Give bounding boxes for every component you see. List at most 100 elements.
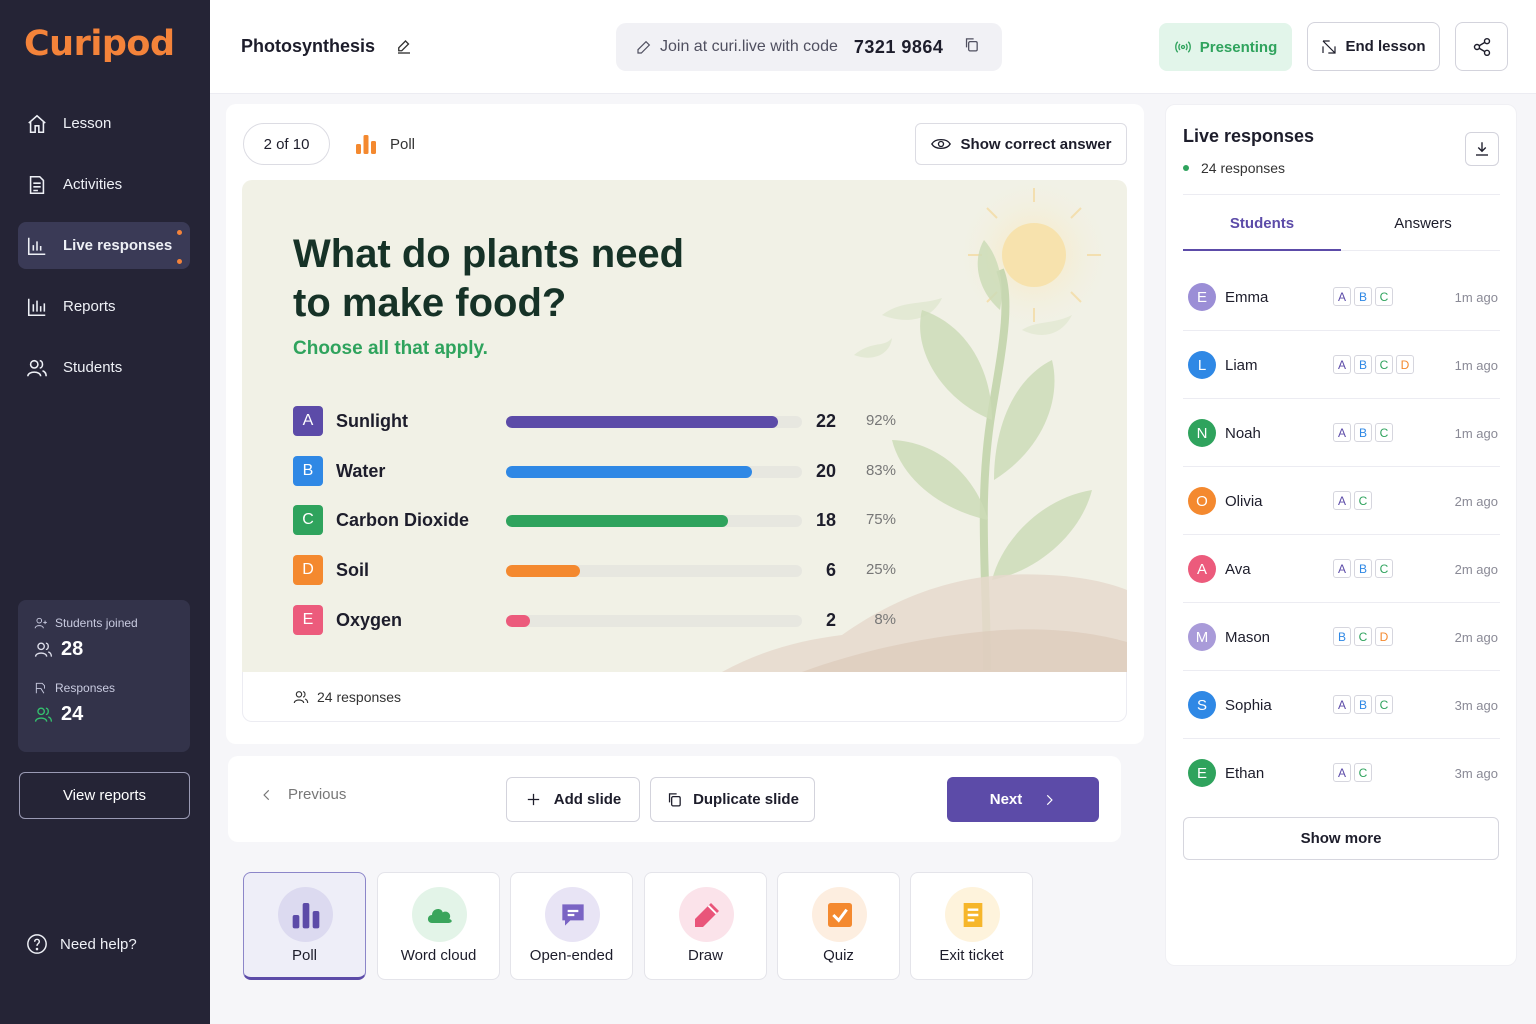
avatar: A [1188,555,1216,583]
slide-response-count: 24 responses [242,672,1127,722]
notification-dot [177,230,182,235]
option-bar-fill [506,515,728,527]
answer-chip: A [1333,287,1351,306]
response-time: 1m ago [1454,358,1498,373]
need-help-link[interactable]: Need help? [26,933,137,955]
sidebar-item-activities[interactable]: Activities [18,161,190,208]
student-name: Liam [1225,357,1258,374]
responses-icon [35,682,45,694]
join-code-pill: Join at curi.live with code 7321 9864 [616,23,1002,71]
slide-card: 2 of 10 Poll Show correct answer What do… [226,104,1144,744]
student-row[interactable]: M Mason BCD 2m ago [1183,603,1500,671]
user-plus-icon [34,617,47,629]
activity-label: Quiz [823,947,854,964]
answer-chips: AC [1333,491,1372,510]
response-time: 3m ago [1454,698,1498,713]
plus-icon [527,793,539,806]
option-text: Sunlight [336,411,408,431]
cloud-icon [412,887,467,942]
option-letter: E [293,605,323,635]
sidebar-item-live-responses[interactable]: Live responses [18,222,190,269]
response-time: 2m ago [1454,494,1498,509]
option-letter: A [293,406,323,436]
sidebar-item-reports[interactable]: Reports [18,283,190,330]
end-lesson-button[interactable]: End lesson [1307,22,1440,71]
edit-icon[interactable] [395,38,413,56]
previous-button[interactable]: Previous [260,786,346,803]
add-slide-button[interactable]: Add slide [506,777,640,822]
sidebar-nav: Lesson Activities Live responses Reports… [18,100,190,405]
student-row[interactable]: L Liam ABCD 1m ago [1183,331,1500,399]
option-bar [506,565,802,577]
responses-value: 24 [34,703,174,726]
activity-word-cloud[interactable]: Word cloud [377,872,500,980]
answer-chip: B [1354,423,1372,442]
view-reports-button[interactable]: View reports [19,772,190,819]
option-percent: 75% [865,511,896,528]
answer-chip: B [1354,559,1372,578]
answer-chips: BCD [1333,627,1393,646]
share-button[interactable] [1455,22,1508,71]
student-row[interactable]: N Noah ABC 1m ago [1183,399,1500,467]
slide-controls: Previous Add slide Duplicate slide Next [228,756,1121,842]
student-row[interactable]: S Sophia ABC 3m ago [1183,671,1500,739]
poll-option-d: D Soil 6 25% [293,554,913,586]
activity-open-ended[interactable]: Open-ended [510,872,633,980]
option-count: 2 [825,610,836,630]
option-count: 18 [815,510,836,530]
copy-icon[interactable] [951,36,980,58]
students-icon [26,357,48,379]
answer-chips: ABCD [1333,355,1414,374]
curipod-logo[interactable]: Curipod [24,24,175,64]
slide-type: Poll [354,132,415,156]
answer-chips: ABC [1333,559,1393,578]
presenting-button[interactable]: Presenting [1159,23,1292,71]
sidebar-item-students[interactable]: Students [18,344,190,391]
tab-answers[interactable]: Answers [1344,215,1502,232]
tab-students[interactable]: Students [1183,215,1341,232]
show-correct-answer-button[interactable]: Show correct answer [915,123,1127,165]
activity-draw[interactable]: Draw [644,872,767,980]
sidebar-item-label: Lesson [63,115,112,132]
duplicate-slide-button[interactable]: Duplicate slide [650,777,815,822]
download-button[interactable] [1465,132,1499,166]
responses-label: Responses [34,681,174,695]
answer-chips: ABC [1333,423,1393,442]
answer-chip: C [1354,627,1372,646]
poll-question: What do plants need to make food? [293,232,685,325]
student-row[interactable]: A Ava ABC 2m ago [1183,535,1500,603]
option-letter: C [293,505,323,535]
student-name: Ethan [1225,765,1265,782]
option-bar [506,515,802,527]
end-lesson-icon [1322,39,1337,54]
message-icon [545,887,600,942]
answer-chips: ABC [1333,287,1393,306]
answer-chip: A [1333,763,1351,782]
sidebar: Curipod Lesson Activities Live responses… [0,0,210,1024]
answer-chip: D [1396,355,1414,374]
answer-chip: A [1333,491,1351,510]
help-icon [27,934,47,954]
option-count: 6 [825,560,836,580]
student-name: Olivia [1225,493,1263,510]
show-more-button[interactable]: Show more [1183,817,1499,860]
top-bar: Photosynthesis Join at curi.live with co… [210,0,1536,94]
panel-response-count: 24 responses [1183,160,1285,176]
sidebar-item-lesson[interactable]: Lesson [18,100,190,147]
option-percent: 83% [865,462,896,479]
student-row[interactable]: E Ethan AC 3m ago [1183,739,1500,807]
activity-poll[interactable]: Poll [243,872,366,980]
activity-quiz[interactable]: Quiz [777,872,900,980]
stats-panel: Students joined 28 Responses 24 [18,600,190,752]
activity-label: Word cloud [400,947,477,964]
students-joined-label: Students joined [34,616,174,630]
option-percent: 8% [874,611,896,628]
active-tab-indicator [1183,249,1341,251]
next-button[interactable]: Next [947,777,1099,822]
activity-exit-ticket[interactable]: Exit ticket [910,872,1033,980]
student-row[interactable]: E Emma ABC 1m ago [1183,263,1500,331]
student-row[interactable]: O Olivia AC 2m ago [1183,467,1500,535]
poll-icon [278,887,333,942]
live-dot [1183,165,1189,171]
poll-option-b: B Water 20 83% [293,455,913,487]
